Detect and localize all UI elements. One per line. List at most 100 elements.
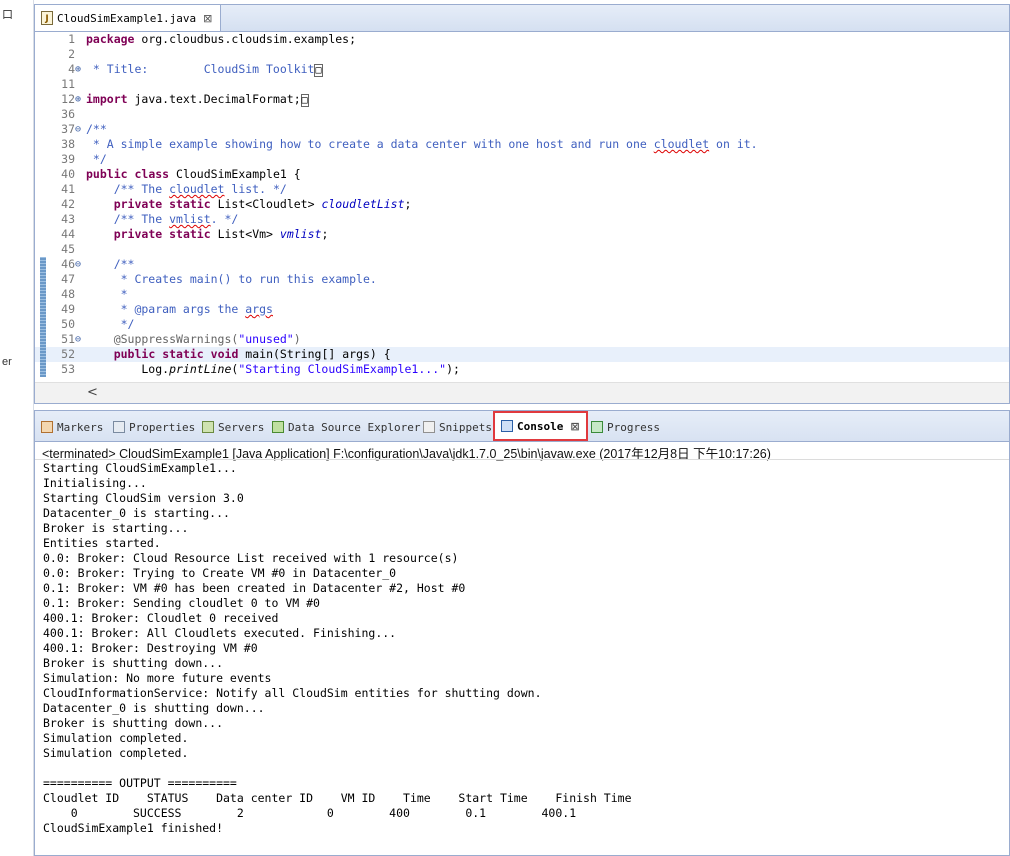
close-icon[interactable]: ⊠ bbox=[570, 420, 579, 433]
code-line[interactable]: 47 * Creates main() to run this example. bbox=[35, 272, 1009, 287]
close-icon[interactable]: ⊠ bbox=[203, 12, 212, 25]
change-marker bbox=[40, 227, 46, 242]
code-text: public class CloudSimExample1 { bbox=[86, 167, 301, 182]
tab-markers-label: Markers bbox=[57, 420, 104, 434]
fold-toggle-icon[interactable]: ⊖ bbox=[75, 122, 85, 137]
code-token: vmlist bbox=[169, 212, 211, 226]
code-line[interactable]: 45 bbox=[35, 242, 1009, 257]
code-text: import java.text.DecimalFormat;□ bbox=[86, 92, 309, 108]
code-line[interactable]: 44 private static List<Vm> vmlist; bbox=[35, 227, 1009, 242]
code-line[interactable]: 49 * @param args the args bbox=[35, 302, 1009, 317]
tab-console[interactable]: Console ⊠ bbox=[493, 411, 588, 441]
code-text: */ bbox=[86, 317, 135, 332]
code-line[interactable]: 52 public static void main(String[] args… bbox=[35, 347, 1009, 362]
code-token: cloudletList bbox=[321, 197, 405, 211]
code-text: * Creates main() to run this example. bbox=[86, 272, 377, 287]
console-panel: Console ⊠ Markers Properties Servers Data S… bbox=[34, 410, 1010, 856]
line-number: 49 bbox=[61, 302, 75, 316]
code-token: vmlist bbox=[279, 227, 322, 241]
tab-properties[interactable]: Properties bbox=[113, 417, 195, 437]
console-line: 400.1: Broker: Destroying VM #0 bbox=[43, 641, 258, 655]
change-marker bbox=[40, 62, 46, 77]
code-token: ; bbox=[321, 227, 329, 241]
code-line[interactable]: 38 * A simple example showing how to cre… bbox=[35, 137, 1009, 152]
tab-data-source-explorer[interactable]: Data Source Explorer bbox=[272, 417, 420, 437]
code-line[interactable]: 11 bbox=[35, 77, 1009, 92]
change-marker bbox=[40, 242, 46, 257]
console-icon bbox=[501, 420, 513, 432]
tab-servers[interactable]: Servers bbox=[202, 417, 264, 437]
line-number: 51 bbox=[61, 332, 75, 346]
code-line[interactable]: 37 ⊖/** bbox=[35, 122, 1009, 137]
code-token: "unused" bbox=[238, 332, 294, 346]
folded-code-marker[interactable]: □ bbox=[300, 94, 309, 107]
line-number: 39 bbox=[61, 152, 75, 166]
code-text-area[interactable]: 1 package org.cloudbus.cloudsim.examples;… bbox=[35, 32, 1009, 382]
code-token: static bbox=[162, 347, 204, 361]
code-line[interactable]: 1 package org.cloudbus.cloudsim.examples; bbox=[35, 32, 1009, 47]
fold-toggle-icon[interactable]: ⊕ bbox=[75, 92, 85, 107]
code-line[interactable]: 36 bbox=[35, 107, 1009, 122]
change-marker bbox=[40, 167, 46, 182]
view-tab-bar: Console ⊠ Markers Properties Servers Data S… bbox=[35, 411, 1009, 442]
line-number: 37 bbox=[61, 122, 75, 136]
console-output[interactable]: Starting CloudSimExample1... Initialising… bbox=[43, 461, 1009, 836]
console-line: Broker is shutting down... bbox=[43, 716, 224, 730]
scroll-left-icon[interactable]: < bbox=[87, 385, 98, 400]
line-number: 4 bbox=[68, 62, 75, 76]
fold-toggle-icon[interactable]: ⊕ bbox=[75, 62, 85, 77]
code-line[interactable]: 48 * bbox=[35, 287, 1009, 302]
code-line[interactable]: 42 private static List<Cloudlet> cloudle… bbox=[35, 197, 1009, 212]
change-marker bbox=[40, 302, 46, 317]
code-token: static bbox=[169, 227, 211, 241]
tab-snippets-label: Snippets bbox=[439, 420, 492, 434]
code-line[interactable]: 50 */ bbox=[35, 317, 1009, 332]
folded-code-marker[interactable]: □ bbox=[314, 64, 323, 77]
code-line[interactable]: 43 /** The vmlist. */ bbox=[35, 212, 1009, 227]
change-marker bbox=[40, 332, 46, 347]
code-token: public bbox=[86, 167, 128, 181]
editor-tab-cloudsimexample1[interactable]: J CloudSimExample1.java ⊠ bbox=[35, 5, 222, 31]
code-token: * @param args the bbox=[86, 302, 246, 316]
horizontal-scrollbar[interactable]: < bbox=[35, 382, 1009, 403]
code-line[interactable]: 4 ⊕ * Title: CloudSim Toolkit□ bbox=[35, 62, 1009, 77]
code-token: /** The bbox=[86, 182, 170, 196]
tab-progress[interactable]: Progress bbox=[591, 417, 660, 437]
code-line[interactable]: 12 ⊕ import java.text.DecimalFormat;□ bbox=[35, 92, 1009, 107]
code-token: class bbox=[134, 167, 170, 181]
console-line: CloudSimExample1 finished! bbox=[43, 821, 224, 835]
change-marker bbox=[40, 317, 46, 332]
code-token: @SuppressWarnings( bbox=[86, 332, 239, 346]
change-marker bbox=[40, 287, 46, 302]
console-line: Datacenter_0 is starting... bbox=[43, 506, 230, 520]
fold-toggle-icon[interactable]: ⊖ bbox=[75, 332, 85, 347]
code-token: . */ bbox=[210, 212, 239, 226]
console-line: Starting CloudSim version 3.0 bbox=[43, 491, 244, 505]
code-text: private static List<Cloudlet> cloudletLi… bbox=[86, 197, 412, 212]
code-line[interactable]: 2 bbox=[35, 47, 1009, 62]
properties-icon bbox=[113, 421, 125, 433]
code-line[interactable]: 40 public class CloudSimExample1 { bbox=[35, 167, 1009, 182]
code-token: */ bbox=[86, 152, 107, 166]
code-line[interactable]: 46 ⊖ /** bbox=[35, 257, 1009, 272]
tab-snippets[interactable]: Snippets bbox=[423, 417, 492, 437]
code-token: /** The bbox=[86, 212, 170, 226]
code-token: import bbox=[86, 92, 128, 106]
console-line: Broker is shutting down... bbox=[43, 656, 224, 670]
console-line: Entities started. bbox=[43, 536, 161, 550]
code-line[interactable]: 53 Log.printLine("Starting CloudSimExamp… bbox=[35, 362, 1009, 377]
code-text: package org.cloudbus.cloudsim.examples; bbox=[86, 32, 356, 47]
line-number: 12 bbox=[61, 92, 75, 106]
tab-markers[interactable]: Markers bbox=[41, 417, 103, 437]
fold-toggle-icon[interactable]: ⊖ bbox=[75, 257, 85, 272]
console-line: 0 SUCCESS 2 0 400 0.1 400.1 bbox=[43, 806, 577, 820]
code-line[interactable]: 39 */ bbox=[35, 152, 1009, 167]
code-line[interactable]: 41 /** The cloudlet list. */ bbox=[35, 182, 1009, 197]
editor-tab-label: CloudSimExample1.java bbox=[57, 11, 197, 25]
line-number: 42 bbox=[61, 197, 75, 211]
change-marker bbox=[40, 257, 46, 272]
code-line[interactable]: 51 ⊖ @SuppressWarnings("unused") bbox=[35, 332, 1009, 347]
console-line: Cloudlet ID STATUS Data center ID VM ID … bbox=[43, 791, 632, 805]
console-line: 400.1: Broker: Cloudlet 0 received bbox=[43, 611, 279, 625]
